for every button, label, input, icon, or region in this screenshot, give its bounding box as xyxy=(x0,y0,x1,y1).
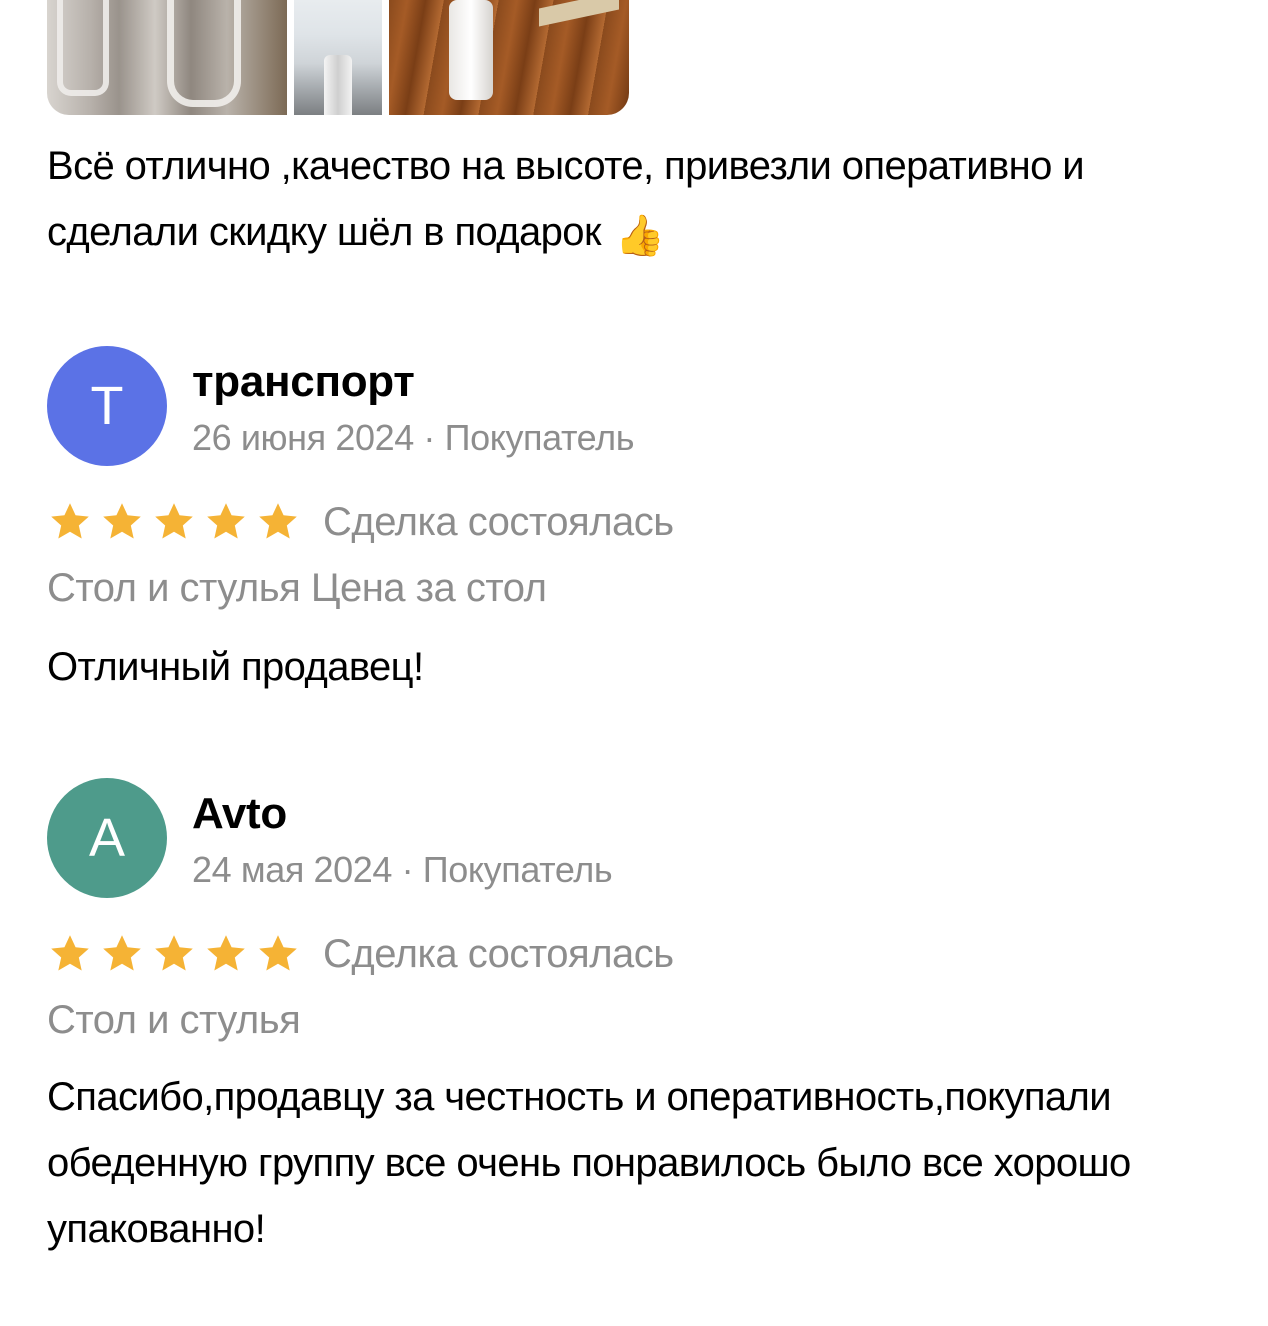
rating-row: Сделка состоялась xyxy=(47,926,674,982)
review-photo-table-leg[interactable] xyxy=(389,0,629,115)
star-icon xyxy=(207,935,245,971)
author-name[interactable]: Avto xyxy=(192,786,287,842)
review-photo-table-top[interactable] xyxy=(294,0,382,115)
review-header: Т транспорт 26 июня 2024 · Покупатель xyxy=(47,346,1247,466)
star-icon xyxy=(51,503,89,539)
rating-row: Сделка состоялась xyxy=(47,494,674,550)
reviews-page: Всё отлично ,качество на высоте, привезл… xyxy=(0,0,1268,1326)
review-meta: 26 июня 2024 · Покупатель xyxy=(192,417,635,458)
review-photo-chairs[interactable] xyxy=(47,0,287,115)
author-name[interactable]: транспорт xyxy=(192,354,415,410)
deal-status: Сделка состоялась xyxy=(323,500,674,544)
review-text: Отличный продавец! xyxy=(47,645,424,689)
review-text: Спасибо,продавцу за честность и оператив… xyxy=(47,1075,1131,1251)
star-icon xyxy=(259,503,297,539)
star-icon xyxy=(259,935,297,971)
review-meta: 24 мая 2024 · Покупатель xyxy=(192,849,613,890)
avatar[interactable]: А xyxy=(47,778,167,898)
avatar[interactable]: Т xyxy=(47,346,167,466)
star-icon xyxy=(103,935,141,971)
review-header: А Avto 24 мая 2024 · Покупатель xyxy=(47,778,1247,898)
thumbs-up-icon: 👍 xyxy=(615,214,665,258)
star-icon xyxy=(155,503,193,539)
deal-status: Сделка состоялась xyxy=(323,932,674,976)
star-rating xyxy=(47,931,301,977)
item-title[interactable]: Стол и стулья Цена за стол xyxy=(47,560,547,616)
review-card: А Avto 24 мая 2024 · Покупатель Сделка с… xyxy=(47,778,1247,1251)
review-card: Т транспорт 26 июня 2024 · Покупатель Сд… xyxy=(47,346,1247,689)
star-icon xyxy=(155,935,193,971)
star-icon xyxy=(103,503,141,539)
item-title[interactable]: Стол и стулья xyxy=(47,992,301,1048)
top-review-text-block: Всё отлично ,качество на высоте, привезл… xyxy=(47,133,1227,265)
review-photo-strip xyxy=(47,0,629,115)
star-rating xyxy=(47,499,301,545)
avatar-letter: А xyxy=(88,808,126,868)
star-icon xyxy=(51,935,89,971)
avatar-letter: Т xyxy=(90,376,124,436)
star-icon xyxy=(207,503,245,539)
top-review-text: Всё отлично ,качество на высоте, привезл… xyxy=(47,144,1085,254)
